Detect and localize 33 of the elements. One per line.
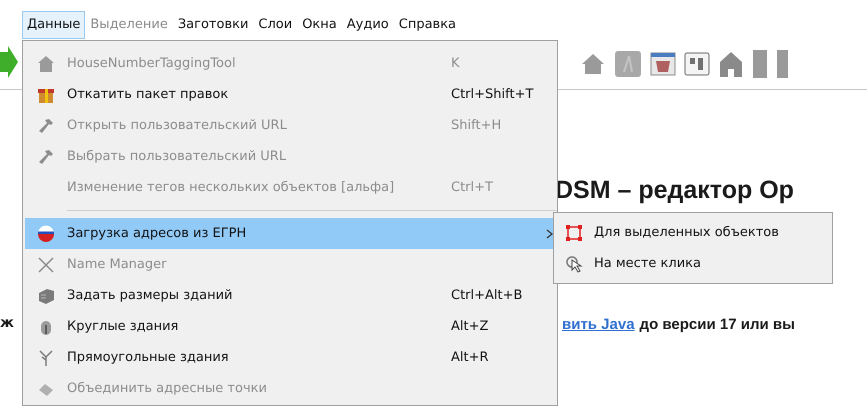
menu-item[interactable]: Слои <box>253 11 298 39</box>
pointer-icon <box>565 254 583 272</box>
menu-item[interactable]: Заготовки <box>172 11 254 39</box>
layer-icon[interactable] <box>614 50 642 78</box>
text: до версии 17 или вы <box>640 315 795 335</box>
menu-item[interactable]: Аудио <box>342 11 394 39</box>
house-icon <box>37 54 55 72</box>
selection-icon <box>565 224 583 242</box>
panel-icon[interactable] <box>684 50 710 76</box>
brick-icon <box>37 286 55 304</box>
arrow-icon[interactable] <box>0 46 18 78</box>
menu-item[interactable]: Прямоугольные здания Alt+R <box>25 342 555 373</box>
flag-icon <box>37 224 55 242</box>
menu-item[interactable]: Окна <box>297 11 342 39</box>
pillar-icon[interactable] <box>752 48 768 78</box>
menu-item[interactable]: Задать размеры зданий Ctrl+Alt+B <box>25 280 555 311</box>
tools-icon <box>37 116 55 134</box>
window-icon[interactable] <box>650 50 676 76</box>
chevron-icon <box>546 228 553 238</box>
menu-item[interactable]: Откатить пакет правок Ctrl+Shift+T <box>25 79 555 110</box>
tools-icon <box>37 148 55 166</box>
text-fragment: ж <box>0 314 14 333</box>
cross-icon <box>37 256 55 274</box>
menu-item[interactable]: Для выделенных объектов <box>554 217 832 248</box>
house-icon[interactable] <box>718 50 744 78</box>
menu-item[interactable]: Справка <box>394 11 462 39</box>
menu-item[interactable]: Круглые здания Alt+Z <box>25 311 555 342</box>
menu-item[interactable]: Загрузка адресов из ЕГРН <box>25 218 555 249</box>
menu-item[interactable]: Данные <box>22 11 86 39</box>
fork-icon <box>37 348 55 366</box>
menu-item[interactable]: На месте клика <box>554 248 832 279</box>
link[interactable]: вить Java <box>562 314 635 336</box>
pillar-icon[interactable] <box>776 48 788 78</box>
